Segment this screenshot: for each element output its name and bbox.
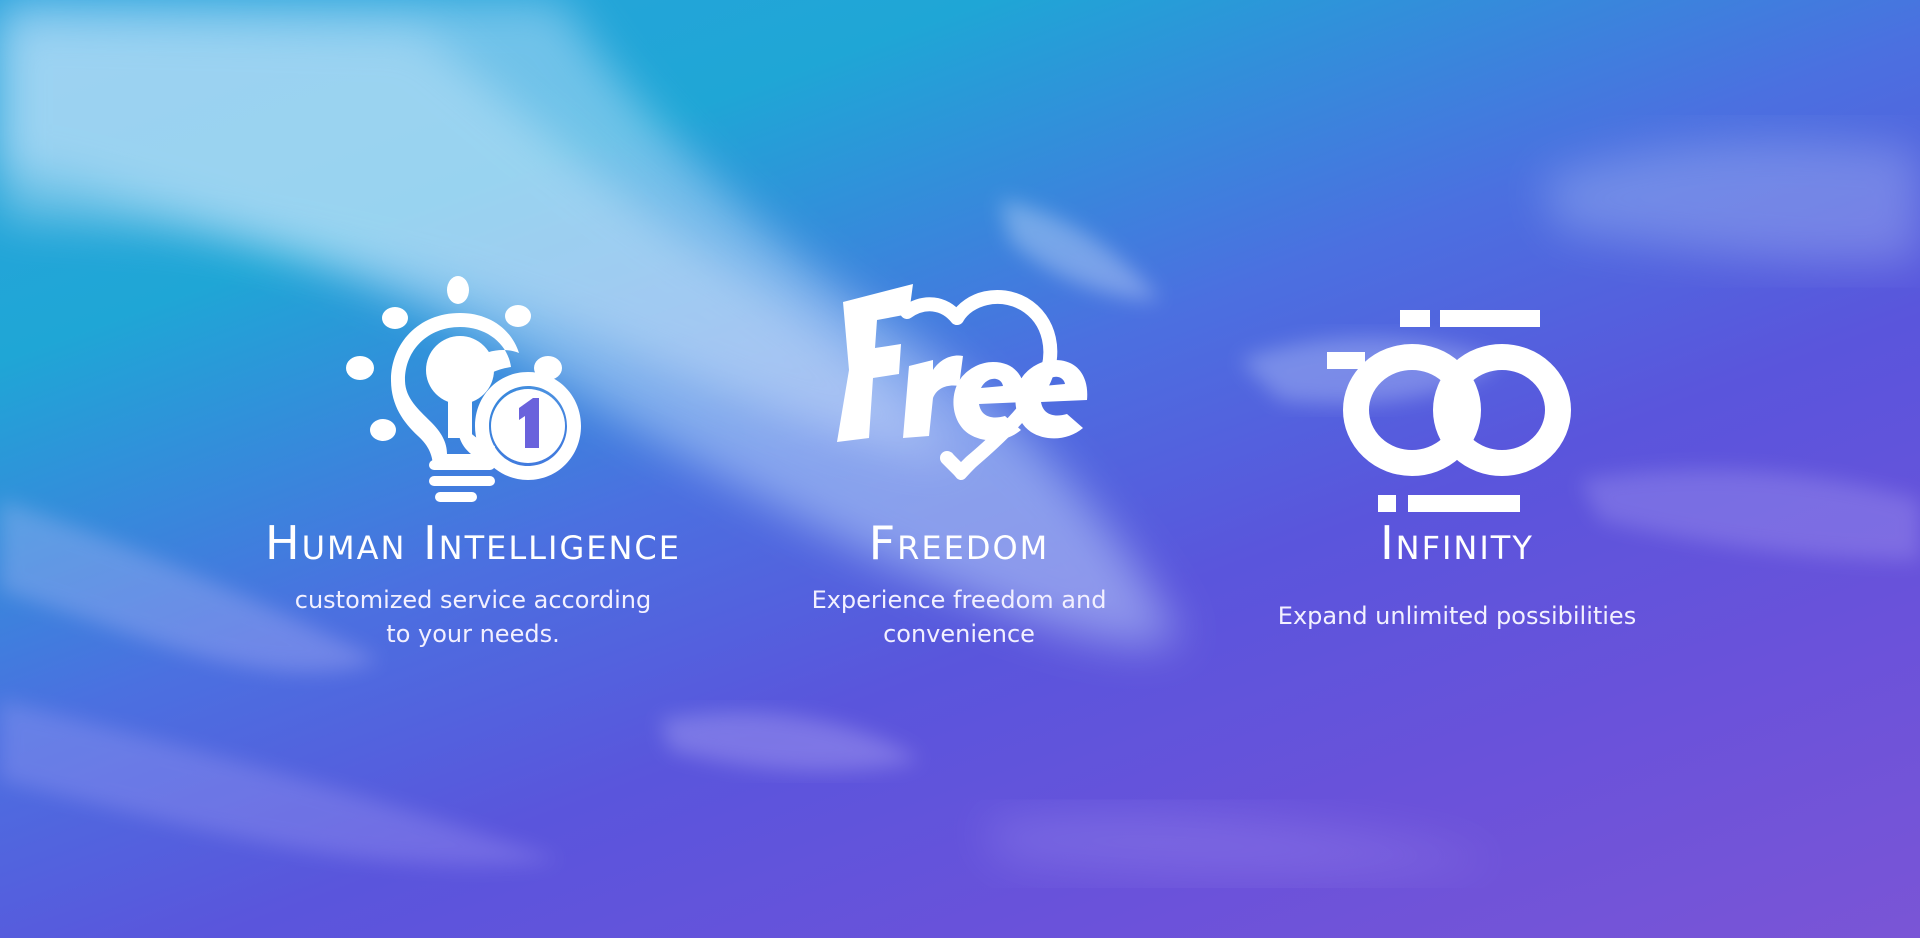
feature-freedom: Freedom Experience freedom and convenien… (719, 270, 1199, 651)
hero-section: Human Intelligence customized service ac… (0, 0, 1920, 938)
feature-title: Infinity (1380, 516, 1534, 570)
feature-title: Freedom (868, 516, 1050, 570)
feature-human-intelligence: Human Intelligence customized service ac… (233, 270, 713, 651)
infinity-icon (1327, 310, 1571, 512)
feature-infinity: Infinity Expand unlimited possibilities (1217, 270, 1697, 633)
features-row: Human Intelligence customized service ac… (0, 0, 1920, 938)
free-heart-icon (837, 284, 1088, 480)
feature-description: Expand unlimited possibilities (1277, 602, 1637, 630)
feature-description: customized service according to your nee… (294, 586, 652, 648)
feature-title: Human Intelligence (265, 516, 681, 570)
feature-description: Experience freedom and convenience (811, 586, 1107, 648)
lightbulb-number-one-icon (346, 276, 581, 502)
